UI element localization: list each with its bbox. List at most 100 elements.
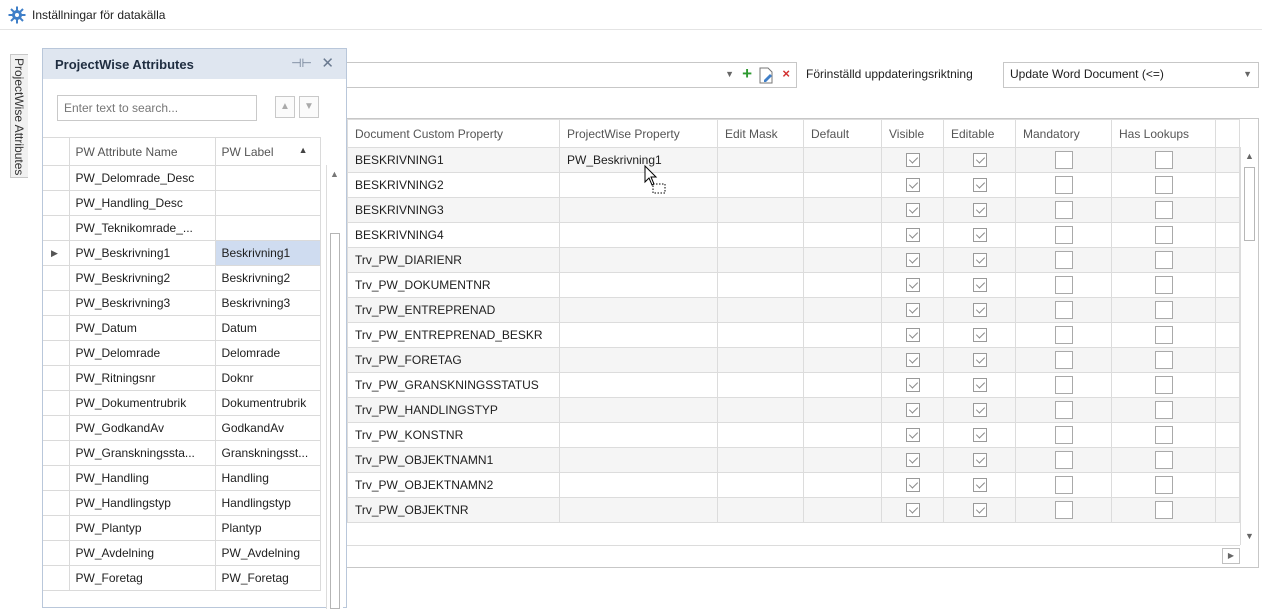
projectwise-property-cell[interactable] (559, 347, 718, 373)
has-lookups-checkbox[interactable] (1154, 451, 1173, 469)
visible-checkbox[interactable] (905, 153, 920, 168)
editable-checkbox[interactable] (972, 403, 987, 418)
editable-checkbox[interactable] (972, 303, 987, 318)
mapping-row[interactable]: BESKRIVNING3 (347, 197, 1240, 223)
mandatory-checkbox[interactable] (1054, 326, 1073, 344)
attribute-row[interactable]: PW_Beskrivning3 Beskrivning3 (43, 290, 321, 316)
attribute-name-cell[interactable]: PW_Handling (68, 465, 216, 491)
editable-checkbox[interactable] (972, 328, 987, 343)
attribute-name-cell[interactable]: PW_Ritningsnr (68, 365, 216, 391)
editable-checkbox[interactable] (972, 353, 987, 368)
attribute-row[interactable]: PW_Dokumentrubrik Dokumentrubrik (43, 390, 321, 416)
visible-checkbox[interactable] (905, 328, 920, 343)
attribute-label-cell[interactable]: Beskrivning1 (214, 240, 321, 266)
scroll-thumb[interactable] (330, 233, 340, 609)
has-lookups-checkbox[interactable] (1154, 276, 1173, 294)
panel-scrollbar[interactable]: ▲ (326, 165, 343, 609)
delete-icon[interactable]: × (782, 66, 790, 81)
mapping-row[interactable]: BESKRIVNING4 (347, 222, 1240, 248)
edit-mask-cell[interactable] (717, 347, 804, 373)
mandatory-checkbox[interactable] (1054, 251, 1073, 269)
document-property-cell[interactable]: Trv_PW_ENTREPRENAD (347, 297, 560, 323)
mandatory-checkbox[interactable] (1054, 476, 1073, 494)
attribute-row[interactable]: ▶ PW_Beskrivning1 Beskrivning1 (43, 240, 321, 266)
column-header[interactable]: ProjectWise Property (559, 119, 718, 148)
document-property-cell[interactable]: Trv_PW_OBJEKTNAMN1 (347, 447, 560, 473)
projectwise-property-cell[interactable] (559, 447, 718, 473)
attribute-label-cell[interactable]: PW_Foretag (214, 565, 321, 591)
visible-checkbox[interactable] (905, 303, 920, 318)
attribute-label-cell[interactable]: Datum (214, 315, 321, 341)
search-prev-button[interactable]: ▲ (275, 96, 295, 118)
edit-mask-cell[interactable] (717, 272, 804, 298)
default-cell[interactable] (803, 297, 882, 323)
edit-mask-cell[interactable] (717, 297, 804, 323)
attribute-row[interactable]: PW_Datum Datum (43, 315, 321, 341)
projectwise-property-cell[interactable] (559, 197, 718, 223)
projectwise-property-cell[interactable] (559, 322, 718, 348)
default-cell[interactable] (803, 422, 882, 448)
attribute-name-cell[interactable]: PW_Dokumentrubrik (68, 390, 216, 416)
projectwise-property-cell[interactable]: PW_Beskrivning1 (559, 147, 718, 173)
edit-mask-cell[interactable] (717, 247, 804, 273)
has-lookups-checkbox[interactable] (1154, 301, 1173, 319)
attribute-name-cell[interactable]: PW_Datum (68, 315, 216, 341)
document-property-cell[interactable]: BESKRIVNING4 (347, 222, 560, 248)
attribute-row[interactable]: PW_Granskningssta... Granskningsst... (43, 440, 321, 466)
has-lookups-checkbox[interactable] (1154, 201, 1173, 219)
attribute-name-cell[interactable]: PW_Beskrivning1 (68, 240, 216, 266)
document-property-cell[interactable]: Trv_PW_DIARIENR (347, 247, 560, 273)
projectwise-property-cell[interactable] (559, 472, 718, 498)
mapping-row[interactable]: Trv_PW_ENTREPRENAD (347, 297, 1240, 323)
column-header[interactable]: Editable (943, 119, 1016, 148)
document-property-cell[interactable]: Trv_PW_DOKUMENTNR (347, 272, 560, 298)
column-header[interactable]: Visible (881, 119, 944, 148)
edit-mask-cell[interactable] (717, 497, 804, 523)
attribute-row[interactable]: PW_Plantyp Plantyp (43, 515, 321, 541)
has-lookups-checkbox[interactable] (1154, 376, 1173, 394)
default-cell[interactable] (803, 497, 882, 523)
edit-mask-cell[interactable] (717, 397, 804, 423)
search-input[interactable] (57, 95, 257, 121)
document-property-cell[interactable]: Trv_PW_GRANSKNINGSSTATUS (347, 372, 560, 398)
attribute-label-cell[interactable]: Delomrade (214, 340, 321, 366)
visible-checkbox[interactable] (905, 253, 920, 268)
edit-document-icon[interactable] (758, 67, 774, 84)
scroll-up-icon[interactable]: ▲ (1245, 151, 1254, 161)
mapping-row[interactable]: Trv_PW_GRANSKNINGSSTATUS (347, 372, 1240, 398)
mapping-row[interactable]: Trv_PW_DOKUMENTNR (347, 272, 1240, 298)
mandatory-checkbox[interactable] (1054, 426, 1073, 444)
editable-checkbox[interactable] (972, 153, 987, 168)
attribute-row[interactable]: PW_Handling Handling (43, 465, 321, 491)
attribute-row[interactable]: PW_Beskrivning2 Beskrivning2 (43, 265, 321, 291)
edit-mask-cell[interactable] (717, 322, 804, 348)
editable-checkbox[interactable] (972, 278, 987, 293)
mapping-row[interactable]: Trv_PW_FORETAG (347, 347, 1240, 373)
attribute-label-cell[interactable] (214, 190, 321, 216)
attribute-name-cell[interactable]: PW_Plantyp (68, 515, 216, 541)
attribute-label-cell[interactable]: GodkandAv (214, 415, 321, 441)
editable-checkbox[interactable] (972, 478, 987, 493)
editable-checkbox[interactable] (972, 503, 987, 518)
mandatory-checkbox[interactable] (1054, 301, 1073, 319)
mandatory-checkbox[interactable] (1054, 376, 1073, 394)
default-cell[interactable] (803, 322, 882, 348)
close-icon[interactable]: ✕ (321, 54, 334, 72)
has-lookups-checkbox[interactable] (1154, 501, 1173, 519)
dropdown-arrow-icon[interactable]: ▼ (725, 69, 734, 79)
mapping-row[interactable]: Trv_PW_HANDLINGSTYP (347, 397, 1240, 423)
attribute-name-cell[interactable]: PW_Beskrivning3 (68, 290, 216, 316)
editable-checkbox[interactable] (972, 428, 987, 443)
projectwise-property-cell[interactable] (559, 372, 718, 398)
attribute-label-cell[interactable]: Handling (214, 465, 321, 491)
has-lookups-checkbox[interactable] (1154, 326, 1173, 344)
mandatory-checkbox[interactable] (1054, 176, 1073, 194)
visible-checkbox[interactable] (905, 378, 920, 393)
column-header[interactable]: Edit Mask (717, 119, 804, 148)
column-header[interactable]: Default (803, 119, 882, 148)
attribute-row[interactable]: PW_Handling_Desc (43, 190, 321, 216)
has-lookups-checkbox[interactable] (1154, 226, 1173, 244)
mapping-row[interactable]: BESKRIVNING1 PW_Beskrivning1 (347, 147, 1240, 173)
attribute-label-cell[interactable] (214, 165, 321, 191)
scroll-down-icon[interactable]: ▼ (1245, 531, 1254, 541)
